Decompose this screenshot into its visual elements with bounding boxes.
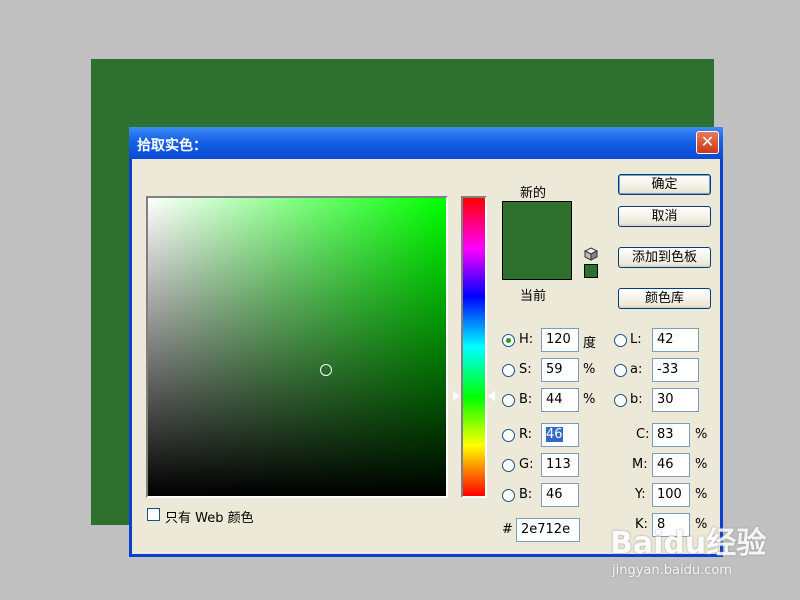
radio-h[interactable] (502, 334, 515, 347)
out-of-gamut-cube-icon[interactable] (584, 247, 598, 261)
s-input[interactable]: 59 (541, 358, 579, 382)
close-button[interactable]: ✕ (696, 131, 719, 154)
radio-r[interactable] (502, 429, 515, 442)
s-label: S: (519, 362, 532, 377)
y-input[interactable]: 100 (652, 483, 690, 507)
b-input[interactable]: 44 (541, 388, 579, 412)
h-label: H: (519, 332, 534, 347)
y-label: Y: (635, 487, 646, 502)
hex-label: # (502, 522, 513, 537)
a-label: a: (630, 362, 643, 377)
new-color-label: 新的 (520, 186, 547, 201)
rgb-b-input[interactable]: 46 (541, 483, 579, 507)
l-label: L: (630, 332, 642, 347)
lab-b-label: b: (630, 392, 643, 407)
a-input[interactable]: -33 (652, 358, 699, 382)
close-icon: ✕ (700, 132, 715, 151)
c-label: C: (636, 427, 650, 442)
cancel-button[interactable]: 取消 (618, 206, 711, 227)
l-input[interactable]: 42 (652, 328, 699, 352)
r-label: R: (519, 427, 533, 442)
radio-lab-b[interactable] (614, 394, 627, 407)
m-label: M: (632, 457, 648, 472)
h-unit: 度 (583, 336, 597, 351)
color-picker-dialog: 拾取实色： ✕ 新的 当前 确定 取消 添加到色板 颜色库 H: 120 度 S… (129, 127, 723, 557)
ok-button[interactable]: 确定 (618, 174, 711, 195)
m-input[interactable]: 46 (652, 453, 690, 477)
watermark-logo: Baidu经验 (610, 526, 767, 561)
b-unit: % (583, 392, 596, 407)
radio-a[interactable] (614, 364, 627, 377)
radio-s[interactable] (502, 364, 515, 377)
web-colors-only-checkbox[interactable] (147, 508, 160, 521)
hue-slider[interactable] (461, 196, 487, 498)
y-unit: % (695, 487, 708, 502)
b-label: B: (519, 392, 533, 407)
color-preview-swatch (502, 201, 572, 280)
c-unit: % (695, 427, 708, 442)
radio-b[interactable] (502, 394, 515, 407)
title-bar[interactable]: 拾取实色： ✕ (129, 127, 723, 159)
color-libraries-button[interactable]: 颜色库 (618, 288, 711, 309)
watermark-url: jingyan.baidu.com (612, 563, 732, 578)
m-unit: % (695, 457, 708, 472)
h-input[interactable]: 120 (541, 328, 579, 352)
s-unit: % (583, 362, 596, 377)
color-picker-circle[interactable] (320, 364, 332, 376)
dialog-title: 拾取实色： (137, 138, 207, 154)
lab-b-input[interactable]: 30 (652, 388, 699, 412)
dialog-body: 新的 当前 确定 取消 添加到色板 颜色库 H: 120 度 S: 59 % B… (132, 159, 720, 554)
rgb-b-label: B: (519, 487, 533, 502)
add-to-swatches-button[interactable]: 添加到色板 (618, 247, 711, 268)
radio-rgb-b[interactable] (502, 489, 515, 502)
web-colors-only-label: 只有 Web 颜色 (165, 511, 254, 526)
g-label: G: (519, 457, 534, 472)
c-input[interactable]: 83 (652, 423, 690, 447)
radio-l[interactable] (614, 334, 627, 347)
color-field[interactable] (146, 196, 448, 498)
hue-slider-right-arrow[interactable] (488, 391, 495, 401)
web-safe-swatch[interactable] (584, 264, 598, 278)
r-input[interactable]: 46 (541, 423, 579, 447)
hue-slider-left-arrow[interactable] (453, 391, 460, 401)
g-input[interactable]: 113 (541, 453, 579, 477)
current-color-label: 当前 (520, 289, 547, 304)
hex-input[interactable]: 2e712e (516, 518, 580, 542)
radio-g[interactable] (502, 459, 515, 472)
